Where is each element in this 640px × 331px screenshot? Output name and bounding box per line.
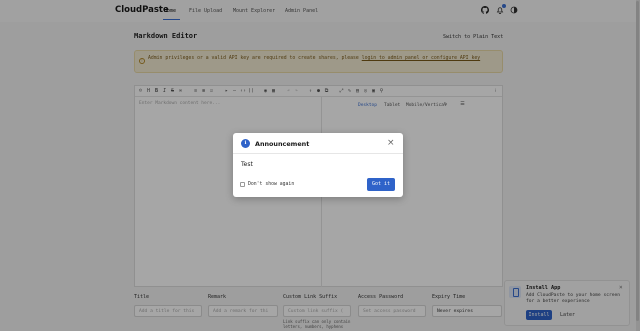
dialog-footer: Don't show again Got it (233, 172, 403, 197)
dialog-header: i Announcement × (233, 133, 403, 154)
close-icon[interactable]: × (387, 138, 395, 148)
dialog-title: Announcement (255, 140, 310, 148)
info-icon: i (241, 139, 250, 148)
got-it-button[interactable]: Got it (367, 178, 395, 191)
dont-show-again-label[interactable]: Don't show again (248, 182, 294, 187)
dont-show-again-checkbox[interactable] (240, 182, 245, 187)
announcement-dialog: i Announcement × Test Don't show again G… (233, 133, 403, 197)
dialog-body: Test (241, 161, 253, 168)
